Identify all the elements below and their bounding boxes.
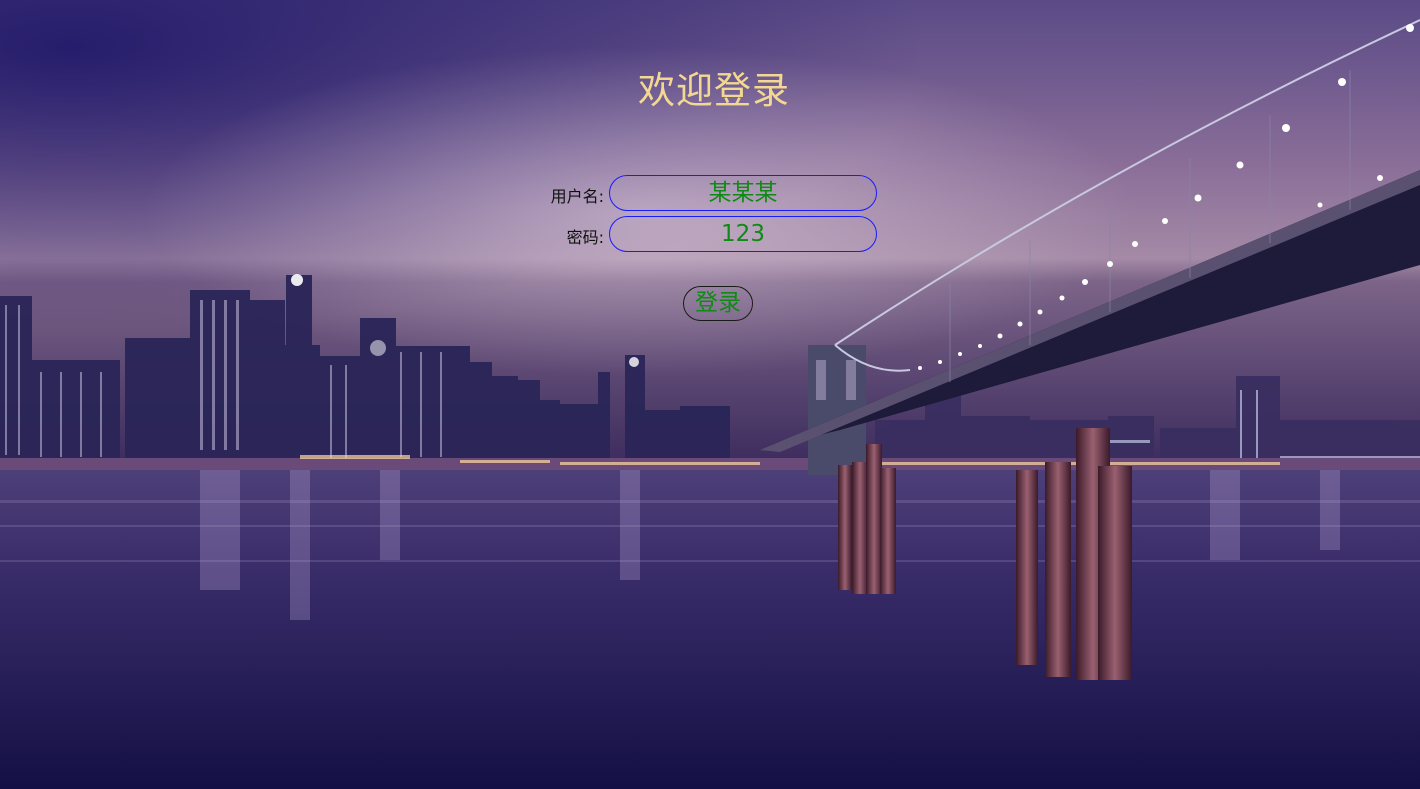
login-button[interactable]: 登录 bbox=[683, 286, 753, 321]
login-panel: 欢迎登录 用户名: 密码: 登录 bbox=[0, 0, 1420, 789]
page-title: 欢迎登录 bbox=[638, 69, 790, 112]
password-input[interactable] bbox=[609, 216, 877, 252]
password-label: 密码: bbox=[566, 228, 604, 247]
username-input[interactable] bbox=[609, 175, 877, 211]
password-row: 密码: bbox=[500, 216, 880, 252]
username-label: 用户名: bbox=[550, 187, 604, 206]
username-row: 用户名: bbox=[500, 175, 880, 211]
